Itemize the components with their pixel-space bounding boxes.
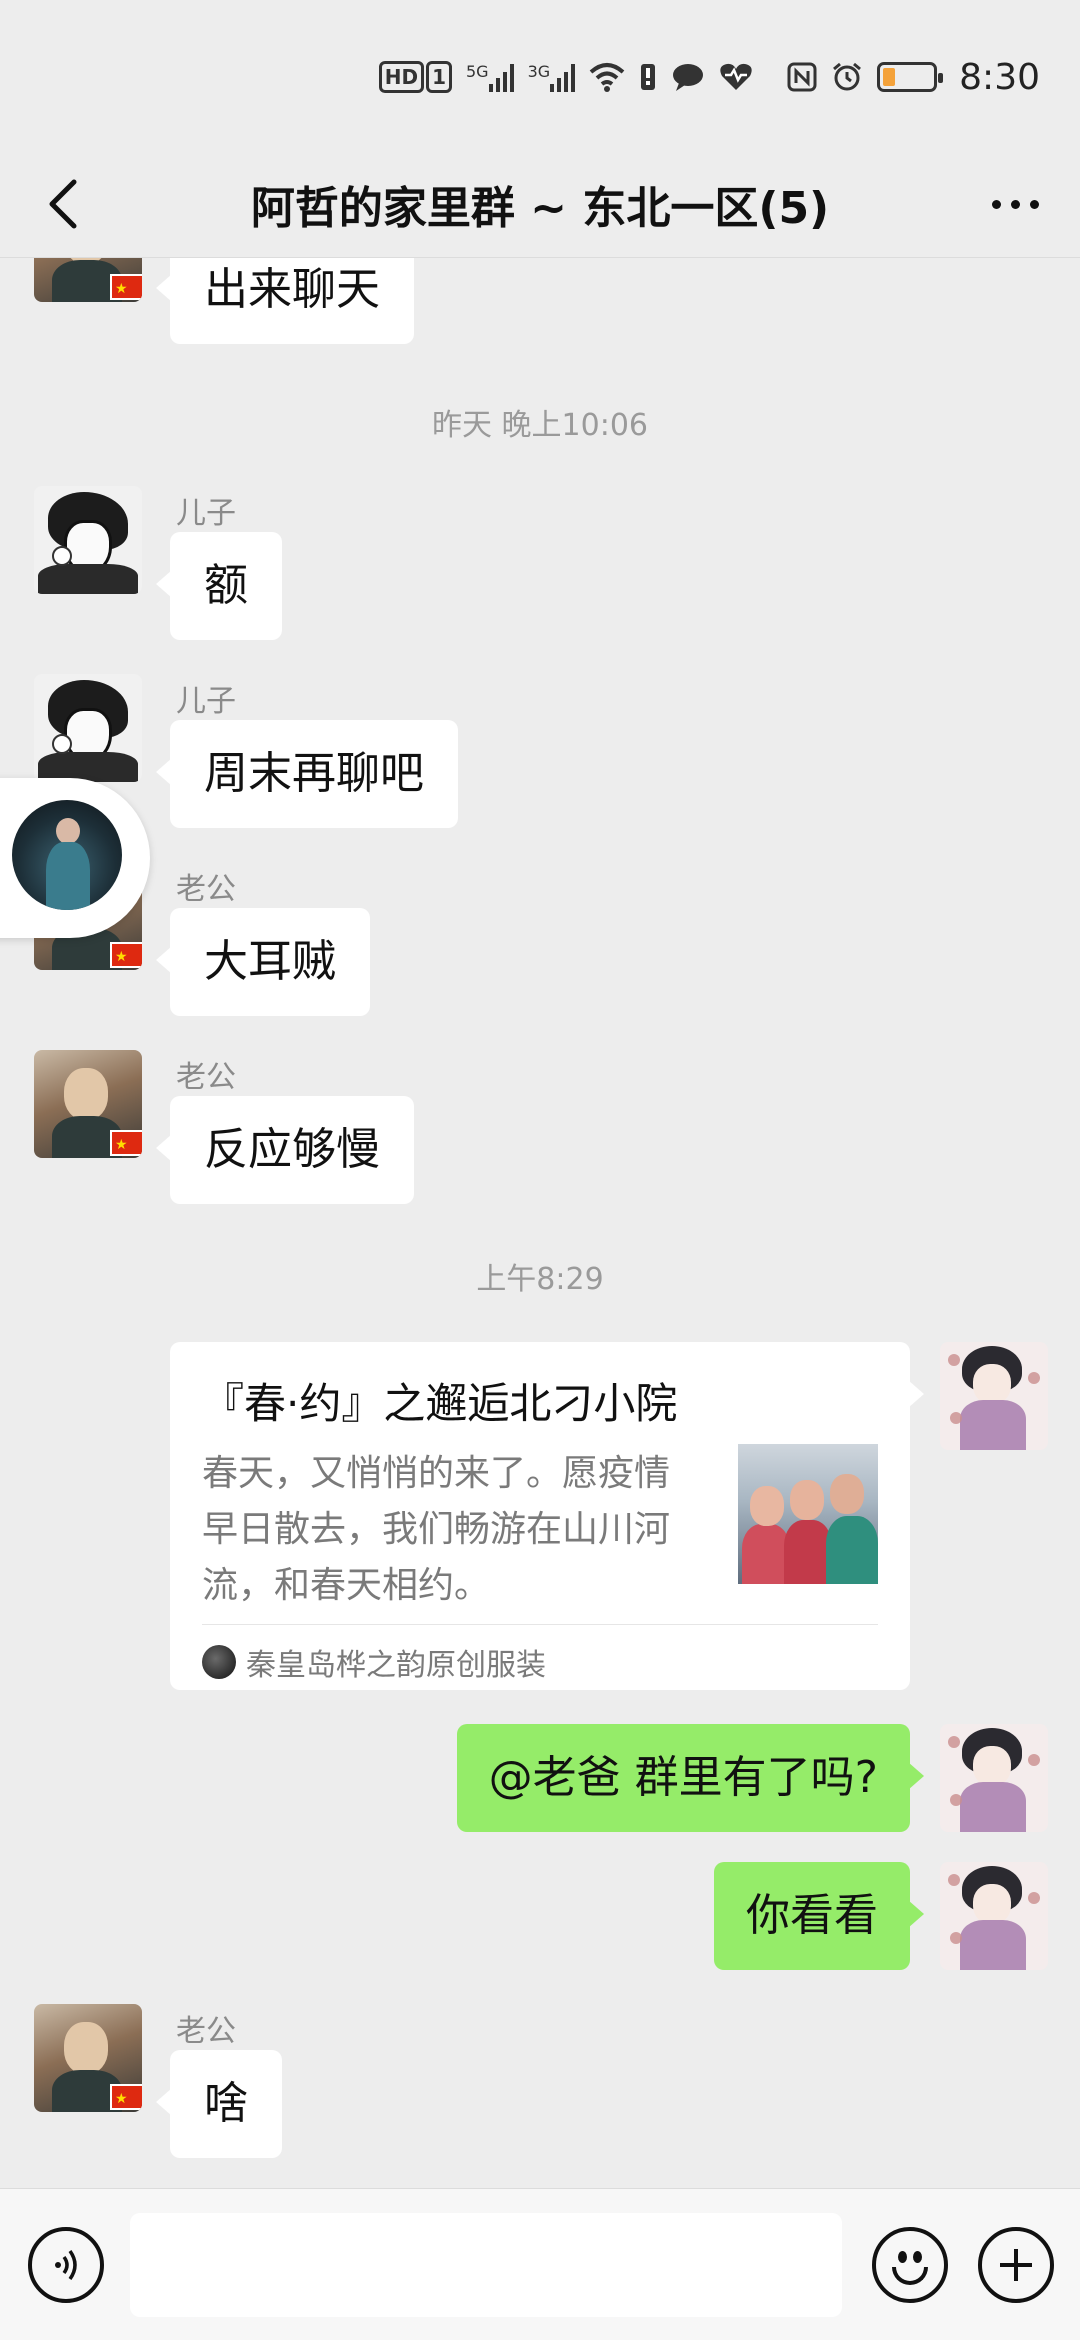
message-bubble[interactable]: 出来聊天 <box>156 258 414 344</box>
alarm-icon <box>831 61 863 93</box>
nfc-icon <box>787 62 817 92</box>
avatar-me[interactable] <box>940 1342 1048 1450</box>
message-bubble[interactable]: 额 <box>156 532 282 640</box>
floating-video-thumbnail <box>12 800 122 910</box>
china-flag-icon: ★ <box>110 2084 142 2110</box>
sender-name: 老公 <box>176 2014 236 2049</box>
message-bubble-outgoing[interactable]: 你看看 <box>714 1862 924 1970</box>
voice-button[interactable] <box>28 2227 104 2303</box>
avatar-me[interactable] <box>940 1862 1048 1970</box>
sim-icon <box>639 62 657 92</box>
health-icon <box>719 62 753 92</box>
clock: 8:30 <box>959 56 1040 98</box>
china-flag-icon: ★ <box>110 274 142 300</box>
sender-name: 老公 <box>176 1060 236 1095</box>
input-bar <box>0 2188 1080 2340</box>
china-flag-icon: ★ <box>110 1130 142 1156</box>
wifi-icon <box>589 62 625 92</box>
message-bubble[interactable]: 周末再聊吧 <box>156 720 458 828</box>
status-icons: HD 1 5G 3G 8:30 <box>378 52 1040 102</box>
link-card[interactable]: 『春·约』之邂逅北刁小院 春天，又悄悄的来了。愿疫情早日散去，我们畅游在山川河流… <box>170 1342 924 1690</box>
avatar-husband[interactable]: ★ <box>34 2004 142 2112</box>
avatar-son[interactable] <box>34 674 142 782</box>
emoji-icon <box>898 2251 907 2263</box>
source-logo-icon <box>202 1645 236 1679</box>
chat-header: 阿哲的家里群 ~ 东北一区(5) <box>0 150 1080 258</box>
message-bubble-outgoing[interactable]: @老爸 群里有了吗? <box>456 1724 925 1832</box>
card-thumbnail <box>738 1444 878 1584</box>
card-title: 『春·约』之邂逅北刁小院 <box>202 1379 678 1428</box>
battery-icon <box>877 62 944 92</box>
card-description: 春天，又悄悄的来了。愿疫情早日散去，我们畅游在山川河流，和春天相约。 <box>202 1453 671 1606</box>
avatar-me[interactable] <box>940 1724 1048 1832</box>
timestamp: 上午8:29 <box>476 1262 604 1297</box>
message-bubble[interactable]: 大耳贼 <box>156 908 370 1016</box>
divider <box>202 1624 878 1625</box>
message-input[interactable] <box>130 2213 842 2317</box>
signal-3g-icon: 3G <box>528 62 576 92</box>
timestamp: 昨天 晚上10:06 <box>432 408 648 443</box>
avatar-husband[interactable]: ★ <box>34 258 142 302</box>
plus-button[interactable] <box>978 2227 1054 2303</box>
message-icon <box>671 62 705 92</box>
emoji-button[interactable] <box>872 2227 948 2303</box>
sender-name: 儿子 <box>176 496 236 531</box>
more-dots-icon <box>991 199 1001 209</box>
message-bubble[interactable]: 反应够慢 <box>156 1096 414 1204</box>
signal-5g-icon: 5G <box>466 62 514 92</box>
message-list[interactable]: ★ 出来聊天 昨天 晚上10:06 儿子 额 儿子 周末再聊吧 ★ 老公 大耳贼… <box>0 258 1080 2188</box>
more-button[interactable] <box>980 174 1050 234</box>
avatar-husband[interactable]: ★ <box>34 1050 142 1158</box>
back-button[interactable] <box>34 174 94 234</box>
status-bar: HD 1 5G 3G 8:30 <box>0 0 1080 150</box>
card-source: 秦皇岛桦之韵原创服装 <box>202 1640 546 1684</box>
avatar-son[interactable] <box>34 486 142 594</box>
china-flag-icon: ★ <box>110 942 142 968</box>
hd-icon: HD 1 <box>378 61 452 93</box>
sender-name: 老公 <box>176 872 236 907</box>
card-source-name: 秦皇岛桦之韵原创服装 <box>246 1648 546 1683</box>
chat-title: 阿哲的家里群 ~ 东北一区(5) <box>250 182 830 234</box>
chevron-left-icon <box>49 179 77 229</box>
voice-icon <box>55 2249 77 2281</box>
message-bubble[interactable]: 啥 <box>156 2050 282 2158</box>
sender-name: 儿子 <box>176 684 236 719</box>
